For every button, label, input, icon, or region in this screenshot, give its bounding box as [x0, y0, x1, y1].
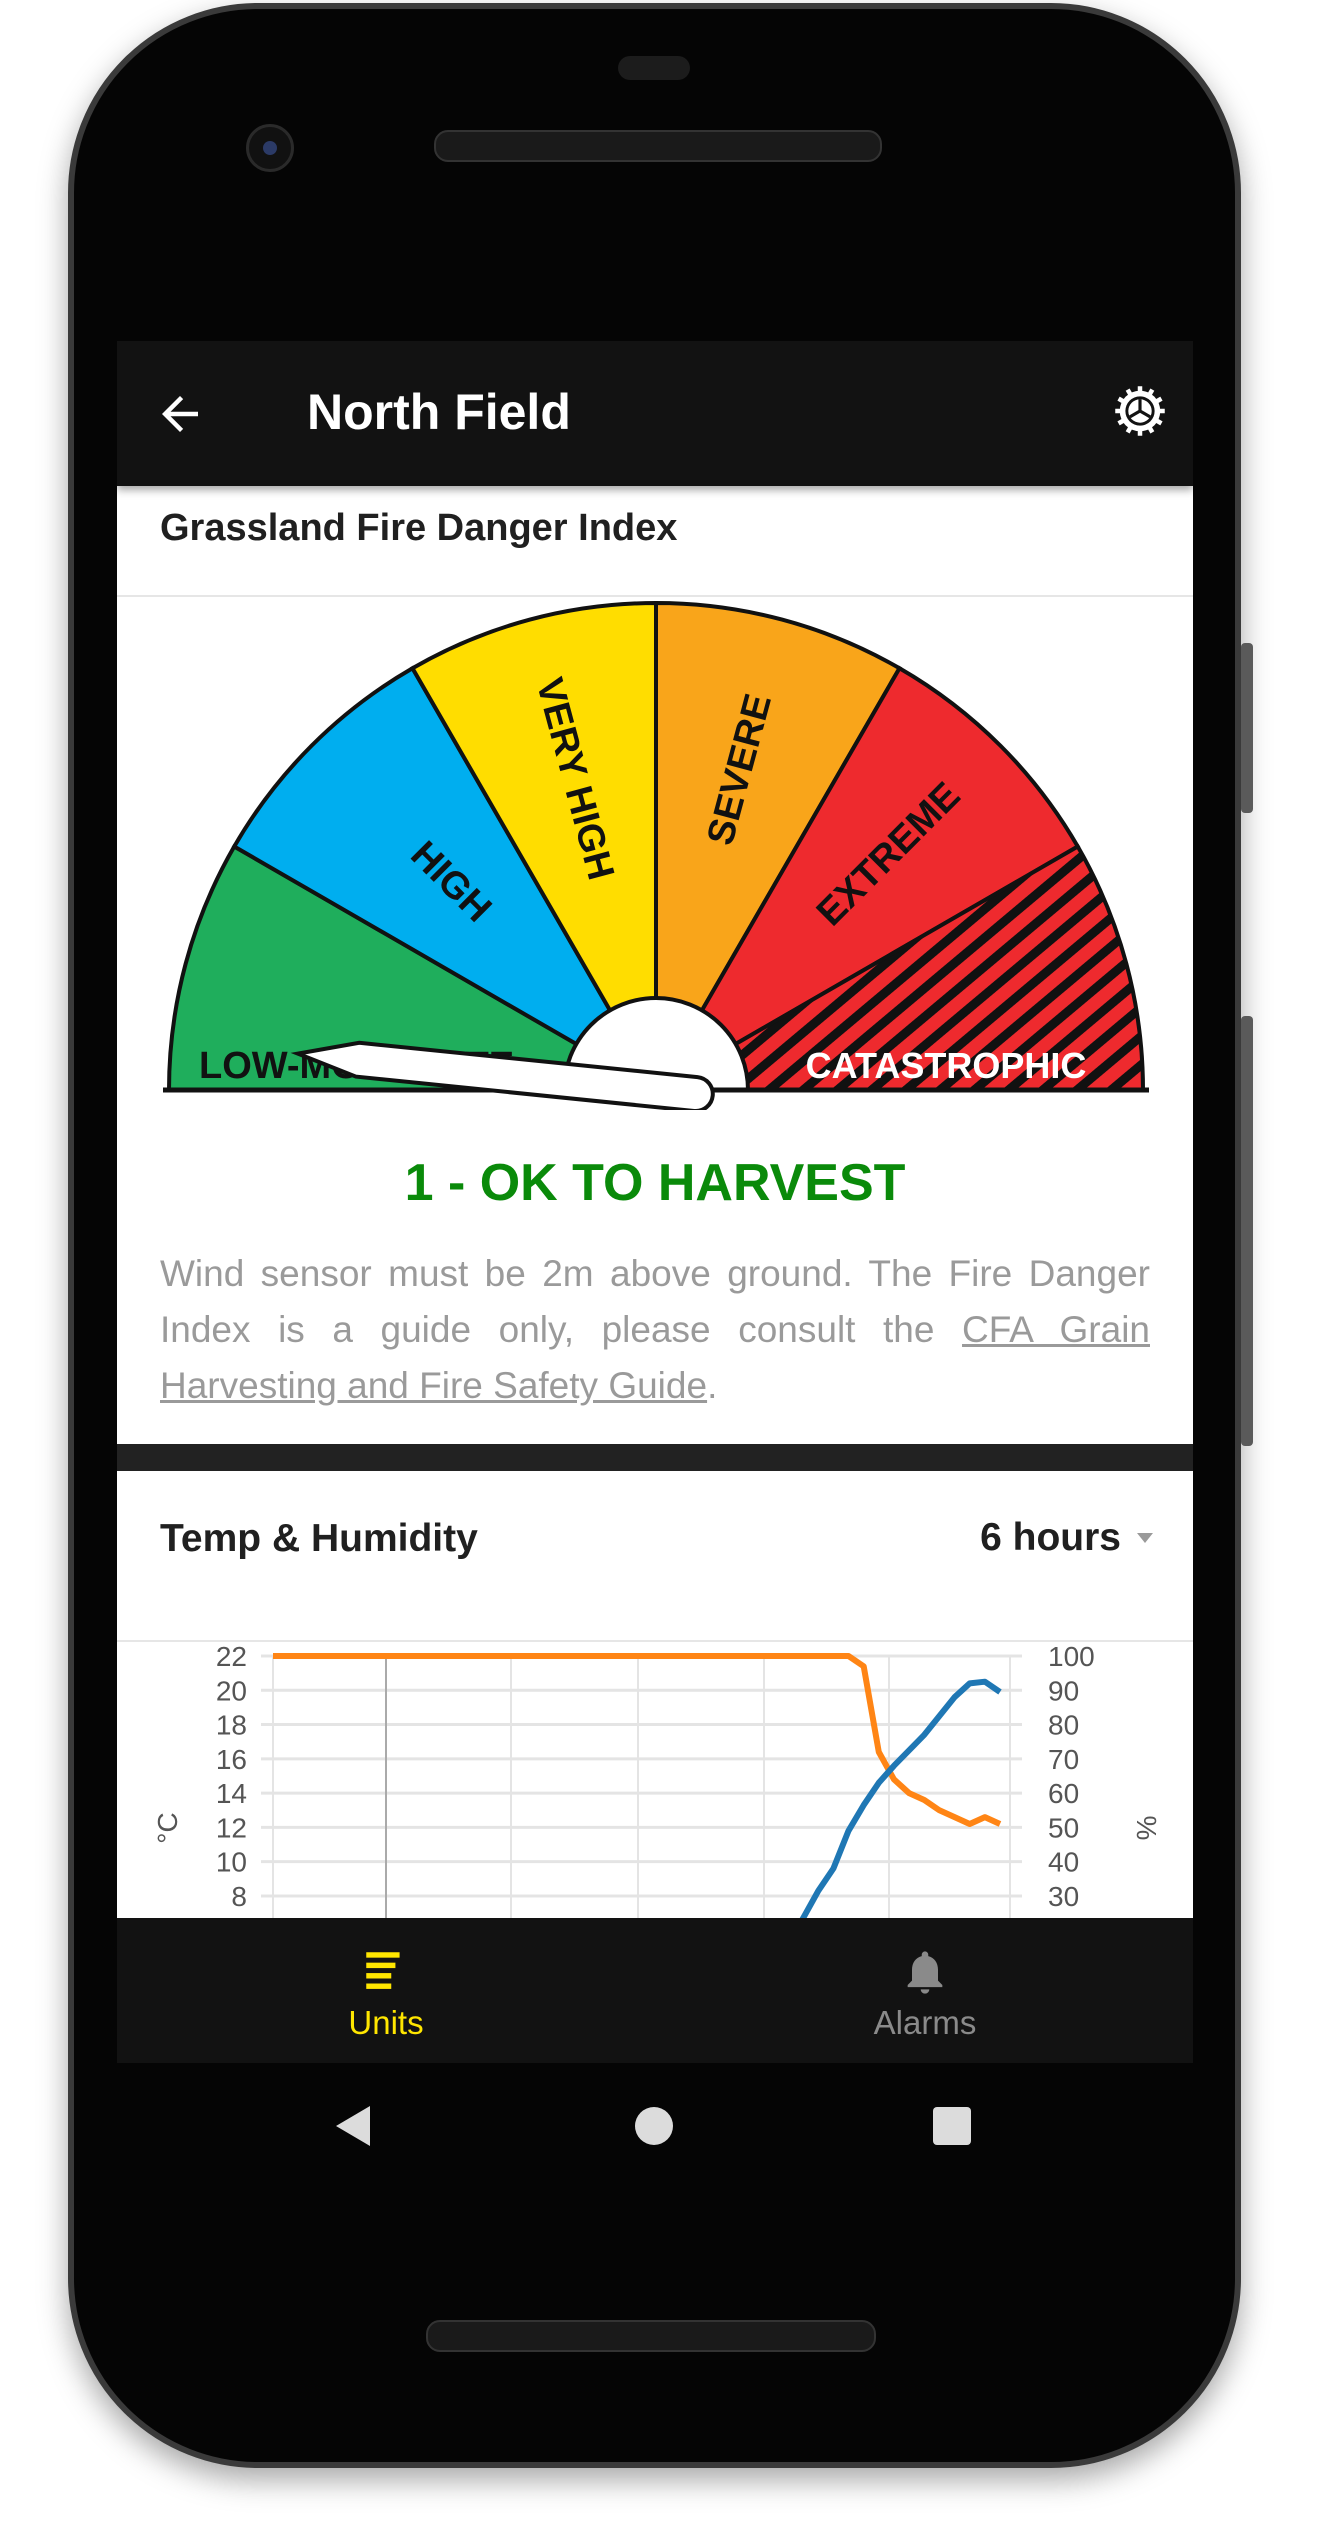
home-circle-icon[interactable] — [635, 2107, 673, 2145]
front-camera — [246, 124, 294, 172]
page-title: North Field — [307, 384, 571, 440]
bottom-nav: Units Alarms — [117, 1918, 1193, 2063]
y2-tick-label: 40 — [1048, 1847, 1079, 1878]
fire-danger-status: 1 - OK TO HARVEST — [404, 1154, 906, 1212]
nav-alarms[interactable]: Alarms — [775, 1918, 1075, 2063]
y2-tick-label: 50 — [1048, 1812, 1079, 1843]
recents-square-icon[interactable] — [933, 2107, 971, 2145]
range-dropdown[interactable]: 6 hours — [980, 1516, 1155, 1560]
y2-tick-label: 90 — [1048, 1675, 1079, 1706]
app-bar: North Field — [117, 341, 1193, 486]
sensor — [618, 56, 690, 80]
nav-label: Alarms — [873, 2004, 977, 2041]
app-screen: North Field Grassland Fire Danger Index … — [117, 341, 1193, 2063]
list-icon — [366, 1952, 400, 1989]
y-tick-label: 10 — [216, 1847, 247, 1878]
y2-tick-label: 60 — [1048, 1778, 1079, 1809]
y2-tick-label: 70 — [1048, 1744, 1079, 1775]
y2-axis-label: % — [1131, 1816, 1162, 1841]
y2-tick-label: 80 — [1048, 1710, 1079, 1741]
back-triangle-icon[interactable] — [330, 2102, 378, 2150]
note-suffix: . — [707, 1365, 718, 1406]
card-separator — [117, 1444, 1193, 1471]
bell-icon — [907, 1951, 943, 1994]
power-button — [1241, 643, 1253, 813]
temp-humidity-title: Temp & Humidity — [160, 1517, 478, 1560]
series-line — [799, 1678, 1002, 1918]
nav-label: Units — [348, 2004, 424, 2041]
fire-danger-note: Wind sensor must be 2m above ground. The… — [160, 1246, 1150, 1414]
y-tick-label: 8 — [231, 1881, 247, 1912]
caret-down-icon — [1137, 1533, 1153, 1543]
y-axis-label: °C — [152, 1812, 183, 1843]
arrow-left-icon[interactable] — [153, 387, 207, 441]
temp-humidity-chart: 810 12141618 2022 3040 50607080 90100 °C % — [152, 1641, 1162, 1918]
nav-units[interactable]: Units — [236, 1918, 536, 2063]
bottom-speaker — [426, 2320, 876, 2352]
gear-icon[interactable] — [1113, 384, 1167, 438]
y-tick-label: 12 — [216, 1812, 247, 1843]
gauge-label: CATASTROPHIC — [806, 1045, 1087, 1086]
y-tick-label: 20 — [216, 1675, 247, 1706]
y-tick-label: 14 — [216, 1778, 247, 1809]
y2-tick-label: 100 — [1048, 1641, 1095, 1672]
y-tick-label: 16 — [216, 1744, 247, 1775]
volume-button — [1241, 1016, 1253, 1446]
fire-danger-gauge: LOW-MODERATEHIGHVERY HIGHSEVEREEXTREMECA… — [163, 600, 1149, 1110]
y-tick-label: 22 — [216, 1641, 247, 1672]
range-selected: 6 hours — [980, 1516, 1121, 1559]
series-line — [273, 1653, 1002, 1827]
earpiece-speaker — [434, 130, 882, 162]
y2-tick-label: 30 — [1048, 1881, 1079, 1912]
fire-danger-title: Grassland Fire Danger Index — [160, 507, 678, 549]
y-tick-label: 18 — [216, 1710, 247, 1741]
